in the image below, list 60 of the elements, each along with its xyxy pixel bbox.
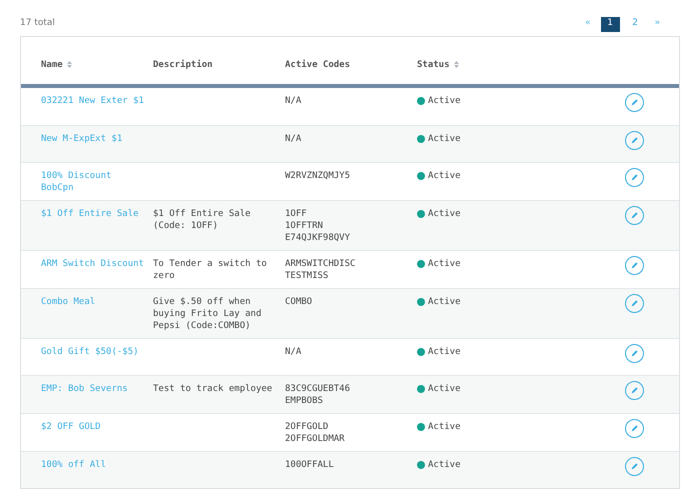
code-text: TESTMISS [285,270,330,282]
status-text: Active [428,133,461,145]
status-text: Active [428,170,461,182]
edit-icon[interactable] [625,294,644,313]
discount-name-link[interactable]: 100% off All [41,459,149,471]
sort-icon[interactable] [454,60,459,68]
page-link[interactable]: 1 [600,16,620,32]
status-text: Active [428,421,461,433]
discount-name-link[interactable]: Gold Gift $50(-$5) [41,346,149,358]
code-text: EMPBOBS [285,395,324,407]
edit-icon[interactable] [625,131,644,150]
total-count: 17 total [20,17,55,30]
status-text: Active [428,296,461,308]
status-text: Active [428,383,461,395]
status-text: Active [428,258,461,270]
description-text: $1 Off Entire Sale (Code: 1OFF) [153,209,251,231]
code-text: N/A [285,133,302,145]
discount-name-link[interactable]: 100% Discount BobCpn [41,170,149,194]
edit-icon[interactable] [625,168,644,187]
discount-name-link[interactable]: New M-ExpExt $1 [41,133,149,145]
description-text: Test to track employee [153,384,272,394]
column-header[interactable]: Active Codes [285,60,350,70]
edit-icon[interactable] [625,457,644,476]
column-header[interactable]: Status [417,60,450,70]
code-text: E74QJKF98QVY [285,232,352,244]
discount-name-link[interactable]: $2 OFF GOLD [41,421,149,433]
status-text: Active [428,208,461,220]
description-text: To Tender a switch to zero [153,259,267,281]
status-text: Active [428,95,461,107]
code-text: N/A [285,95,302,107]
code-text: 100OFFALL [285,459,335,471]
code-text: 1OFFTRN [285,220,324,232]
edit-icon[interactable] [625,93,644,112]
next-page-link[interactable]: » [650,17,664,31]
status-text: Active [428,459,461,471]
code-text: 83C9CGUEBT46 [285,383,352,395]
edit-icon[interactable] [625,344,644,363]
sort-icon[interactable] [66,60,72,68]
code-text: 1OFF [285,208,308,220]
code-text: COMBO [285,296,314,308]
status-text: Active [428,346,461,358]
previous-page-link[interactable]: « [581,17,595,31]
discount-name-link[interactable]: Combo Meal [41,296,149,308]
column-header[interactable]: Name [41,60,63,70]
edit-icon[interactable] [625,381,644,400]
code-text: 2OFFGOLDMAR [285,433,346,445]
code-text: 2OFFGOLD [285,421,330,433]
edit-icon[interactable] [625,206,644,225]
code-text: ARMSWITCHDISC [285,258,356,270]
discount-name-link[interactable]: 032221 New Exter $1 [41,95,149,107]
column-header[interactable]: Description [153,60,213,70]
page-link[interactable]: 2 [626,16,645,32]
discount-name-link[interactable]: ARM Switch Discount [41,258,149,270]
edit-icon[interactable] [625,419,644,438]
discount-name-link[interactable]: EMP: Bob Severns [41,383,149,395]
discount-name-link[interactable]: $1 Off Entire Sale [41,208,149,220]
edit-icon[interactable] [625,256,644,275]
code-text: W2RVZNZQMJY5 [285,170,352,182]
description-text: Give $.50 off when buying Frito Lay and Pepsi (Code:COMBO) [153,297,262,331]
code-text: N/A [285,346,302,358]
